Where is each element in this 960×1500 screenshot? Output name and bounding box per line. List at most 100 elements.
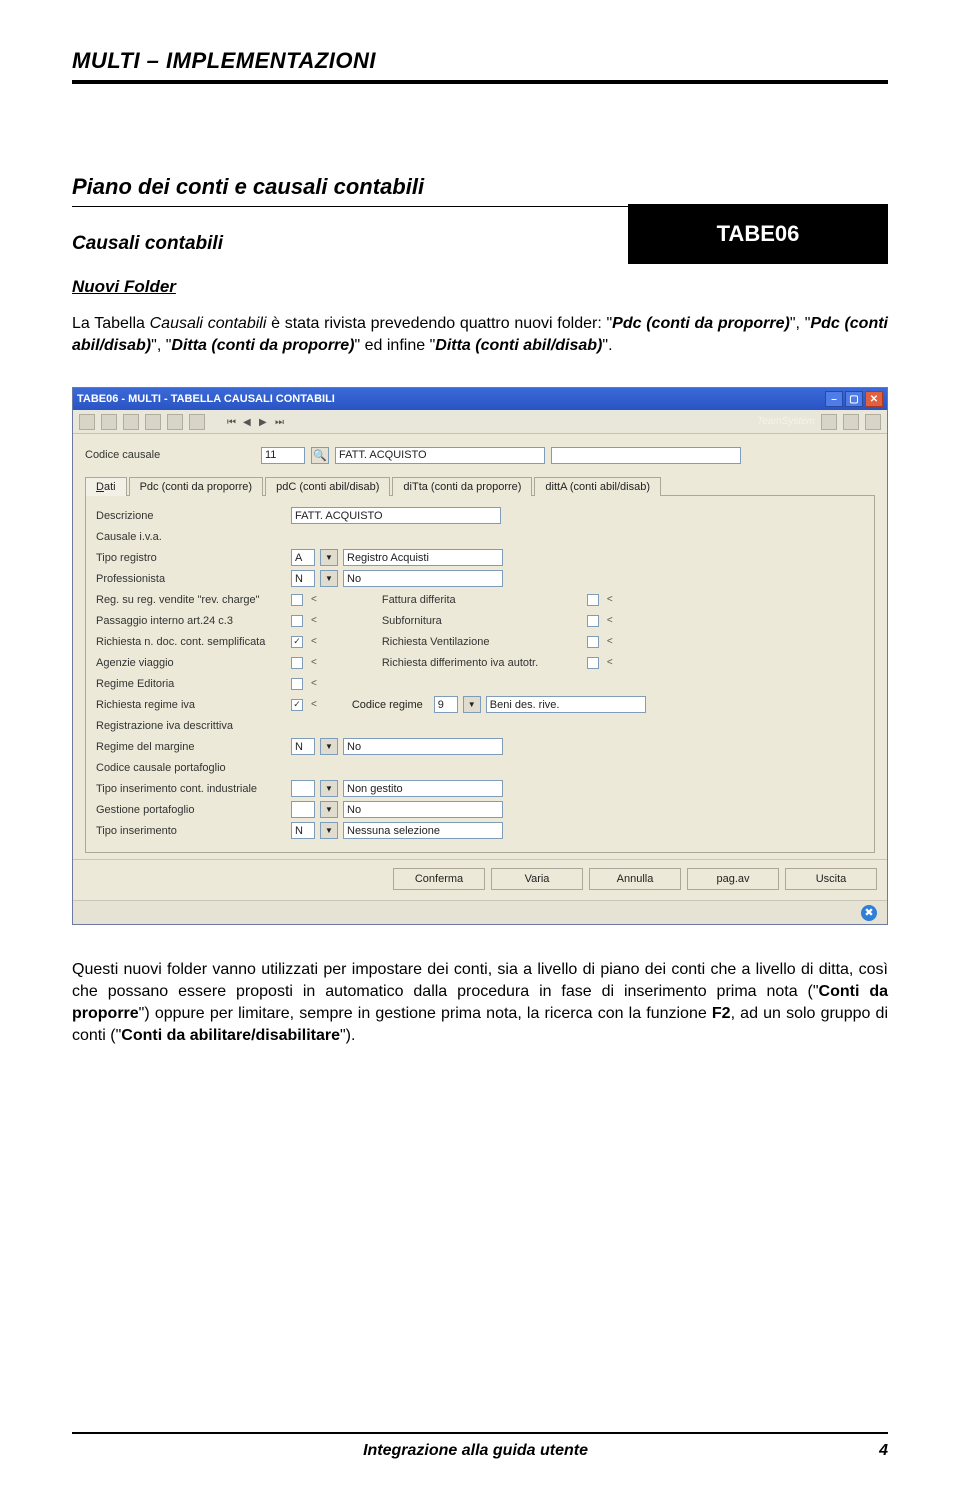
input-desc: Nessuna selezione: [343, 822, 503, 839]
checkbox[interactable]: [587, 615, 599, 627]
toolbar-icon[interactable]: [145, 414, 161, 430]
input-descrizione[interactable]: FATT. ACQUISTO: [291, 507, 501, 524]
input[interactable]: N: [291, 822, 315, 839]
checkbox[interactable]: [291, 678, 303, 690]
dropdown-icon[interactable]: ▼: [463, 696, 481, 713]
toolbar-icon[interactable]: [123, 414, 139, 430]
tab-ditta-proporre[interactable]: diTta (conti da proporre): [392, 477, 532, 496]
tab-dati[interactable]: DDatiati: [85, 477, 127, 496]
uscita-button[interactable]: Uscita: [785, 868, 877, 890]
input-desc: Non gestito: [343, 780, 503, 797]
toolbar-icon[interactable]: [79, 414, 95, 430]
label: Tipo inserimento: [96, 825, 286, 837]
pagav-button[interactable]: pag.av: [687, 868, 779, 890]
label: Reg. su reg. vendite "rev. charge": [96, 594, 286, 606]
tab-pdc-proporre[interactable]: Pdc (conti da proporre): [129, 477, 264, 496]
label: Codice regime: [352, 699, 423, 711]
minimize-icon[interactable]: –: [825, 391, 843, 407]
doc-header: MULTI – IMPLEMENTAZIONI: [72, 48, 888, 74]
paragraph-1: La Tabella Causali contabili è stata riv…: [72, 313, 888, 357]
tabstrip: DDatiati Pdc (conti da proporre) pdC (co…: [85, 476, 875, 496]
input-margine[interactable]: N: [291, 738, 315, 755]
nav-last-icon[interactable]: ⏭: [275, 417, 285, 427]
input-codice-causale[interactable]: 11: [261, 447, 305, 464]
toolbar-icon[interactable]: [821, 414, 837, 430]
window-titlebar: TABE06 - MULTI - TABELLA CAUSALI CONTABI…: [73, 388, 887, 410]
info-icon: ✖: [861, 905, 877, 921]
nav-first-icon[interactable]: ⏮: [227, 417, 237, 427]
page-footer: Integrazione alla guida utente 4: [72, 1432, 888, 1460]
tab-pdc-abil[interactable]: pdC (conti abil/disab): [265, 477, 390, 496]
label: Richiesta Ventilazione: [382, 636, 582, 648]
conferma-button[interactable]: Conferma: [393, 868, 485, 890]
dropdown-icon[interactable]: ▼: [320, 738, 338, 755]
dropdown-icon[interactable]: ▼: [320, 549, 338, 566]
input-margine-desc: No: [343, 738, 503, 755]
input[interactable]: [291, 780, 315, 797]
button-bar: Conferma Varia Annulla pag.av Uscita: [73, 859, 887, 900]
input-codregime-desc: Beni des. rive.: [486, 696, 646, 713]
toolbar-icon[interactable]: [189, 414, 205, 430]
checkbox[interactable]: [587, 594, 599, 606]
label: Regime Editoria: [96, 678, 286, 690]
checkbox[interactable]: ✓: [291, 636, 303, 648]
status-bar: ✖: [73, 900, 887, 924]
label: Richiesta n. doc. cont. semplificata: [96, 636, 286, 648]
section-title: Piano dei conti e causali contabili: [72, 174, 888, 200]
label: Professionista: [96, 573, 286, 585]
dropdown-icon[interactable]: ▼: [320, 822, 338, 839]
input[interactable]: [291, 801, 315, 818]
lookup-icon[interactable]: 🔍: [311, 447, 329, 464]
dropdown-icon[interactable]: ▼: [320, 570, 338, 587]
input-prof[interactable]: N: [291, 570, 315, 587]
label: Fattura differita: [382, 594, 582, 606]
tab-ditta-abil[interactable]: dittA (conti abil/disab): [534, 477, 661, 496]
label: Passaggio interno art.24 c.3: [96, 615, 286, 627]
varia-button[interactable]: Varia: [491, 868, 583, 890]
toolbar-icon[interactable]: [865, 414, 881, 430]
checkbox[interactable]: [291, 615, 303, 627]
embedded-screenshot: TABE06 - MULTI - TABELLA CAUSALI CONTABI…: [72, 387, 888, 925]
checkbox[interactable]: [291, 657, 303, 669]
nav-prev-icon[interactable]: ◀: [243, 417, 253, 427]
checkbox[interactable]: [587, 636, 599, 648]
form-panel: Descrizione FATT. ACQUISTO Causale i.v.a.…: [85, 496, 875, 853]
label: Descrizione: [96, 510, 286, 522]
input-desc: No: [343, 801, 503, 818]
footer-rule: [72, 1432, 888, 1434]
toolbar-icon[interactable]: [167, 414, 183, 430]
checkbox[interactable]: [291, 594, 303, 606]
code-box: TABE06: [628, 204, 888, 264]
input-extra[interactable]: [551, 447, 741, 464]
label: Tipo registro: [96, 552, 286, 564]
nav-next-icon[interactable]: ▶: [259, 417, 269, 427]
annulla-button[interactable]: Annulla: [589, 868, 681, 890]
maximize-icon[interactable]: ▢: [845, 391, 863, 407]
label: Agenzie viaggio: [96, 657, 286, 669]
brand-label: TeamSystem: [757, 416, 815, 427]
dropdown-icon[interactable]: ▼: [320, 801, 338, 818]
toolbar-icon[interactable]: [843, 414, 859, 430]
label: Causale i.v.a.: [96, 531, 286, 543]
footer-page: 4: [879, 1442, 888, 1460]
checkbox[interactable]: [587, 657, 599, 669]
input-codice-desc[interactable]: FATT. ACQUISTO: [335, 447, 545, 464]
toolbar-icon[interactable]: [101, 414, 117, 430]
label: Richiesta differimento iva autotr.: [382, 657, 582, 669]
label: Regime del margine: [96, 741, 286, 753]
label: Registrazione iva descrittiva: [96, 720, 286, 732]
label: Richiesta regime iva: [96, 699, 286, 711]
label-codice-causale: Codice causale: [85, 449, 255, 461]
window-title: TABE06 - MULTI - TABELLA CAUSALI CONTABI…: [77, 393, 335, 405]
label: Subfornitura: [382, 615, 582, 627]
dropdown-icon[interactable]: ▼: [320, 780, 338, 797]
checkbox[interactable]: ✓: [291, 699, 303, 711]
label: Codice causale portafoglio: [96, 762, 286, 774]
close-icon[interactable]: ✕: [865, 391, 883, 407]
input-codregime[interactable]: 9: [434, 696, 458, 713]
rule-heavy: [72, 80, 888, 84]
subheading-level2: Nuovi Folder: [72, 277, 888, 297]
input-tiporeg-desc: Registro Acquisti: [343, 549, 503, 566]
input-tiporeg[interactable]: A: [291, 549, 315, 566]
paragraph-2: Questi nuovi folder vanno utilizzati per…: [72, 959, 888, 1047]
